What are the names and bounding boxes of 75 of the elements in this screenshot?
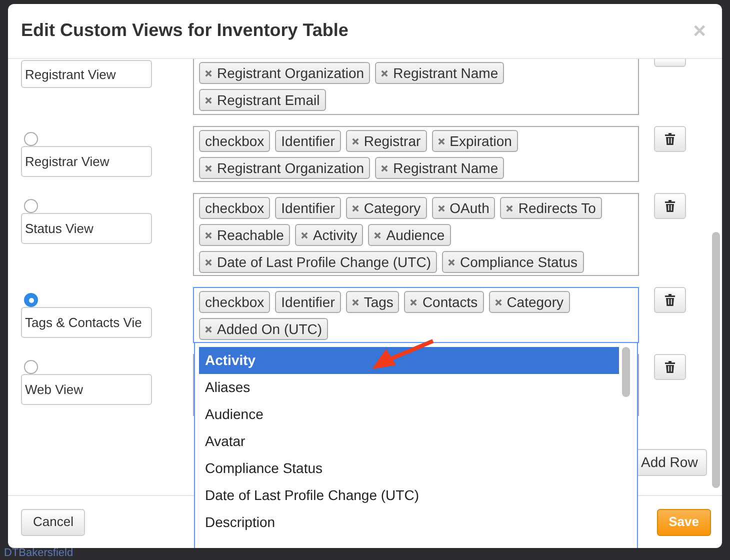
column-tag: Registrant Organization <box>199 62 370 84</box>
column-tag: Audience <box>368 224 451 246</box>
column-tag: Activity <box>294 224 364 246</box>
delete-button[interactable] <box>654 126 686 152</box>
tag-field[interactable]: checkbox Identifier Registrar Expiration Registrant Organization Registrant Name <box>193 126 639 182</box>
dialog-title: Edit Custom Views for Inventory Table <box>21 20 348 42</box>
remove-icon[interactable] <box>448 258 455 266</box>
radio-button[interactable] <box>24 360 38 374</box>
dropdown-option[interactable]: Activity <box>199 347 619 374</box>
column-tag: checkbox <box>199 197 270 219</box>
dropdown-option[interactable]: Compliance Status <box>199 455 619 482</box>
view-name-field[interactable]: Registrar View <box>21 146 152 177</box>
column-tag: Contacts <box>404 291 484 313</box>
remove-icon[interactable] <box>205 326 212 332</box>
radio-button[interactable] <box>24 199 38 213</box>
column-tag: Reachable <box>199 224 290 246</box>
tag-field[interactable]: Registrant Organization Registrant Name Registrant Email <box>193 59 639 115</box>
delete-button[interactable] <box>654 354 686 380</box>
remove-icon[interactable] <box>494 298 502 306</box>
column-tag: OAuth <box>432 197 496 219</box>
column-tag: Registrar <box>346 130 427 152</box>
remove-icon[interactable] <box>300 232 308 238</box>
radio-button[interactable] <box>24 293 38 307</box>
remove-icon[interactable] <box>381 70 388 76</box>
column-tag: Date of Last Profile Change (UTC) <box>199 251 437 273</box>
remove-icon[interactable] <box>410 298 418 306</box>
delete-button[interactable] <box>654 287 686 313</box>
trash-icon <box>665 133 675 145</box>
tag-field[interactable]: checkbox Identifier Tags Contacts Category Added On (UTC) <box>193 287 639 343</box>
view-name-field[interactable]: Status View <box>21 213 152 244</box>
view-name-field[interactable]: Registrant View <box>21 60 152 88</box>
remove-icon[interactable] <box>205 96 212 104</box>
remove-icon[interactable] <box>352 138 359 144</box>
remove-icon[interactable] <box>352 298 359 306</box>
trash-icon <box>665 361 675 373</box>
dropdown-option[interactable]: Audience <box>199 401 619 428</box>
column-tag: Identifier <box>275 197 341 219</box>
remove-icon[interactable] <box>506 204 514 212</box>
remove-icon[interactable] <box>205 258 212 266</box>
trash-icon <box>665 294 675 306</box>
column-tag: Redirects To <box>500 197 602 219</box>
view-name-field[interactable]: Web View <box>21 374 152 405</box>
remove-icon[interactable] <box>205 232 212 238</box>
column-tag: Category <box>346 197 427 219</box>
dropdown-option[interactable]: Avatar <box>199 428 619 455</box>
column-tag: Registrant Name <box>375 62 504 84</box>
remove-icon[interactable] <box>438 204 445 212</box>
column-tag: checkbox <box>199 291 270 313</box>
column-tag: Category <box>488 291 570 313</box>
remove-icon[interactable] <box>352 204 359 212</box>
column-tag: checkbox <box>199 130 270 152</box>
column-tag: Tags <box>346 291 400 313</box>
column-tag: Registrant Name <box>375 157 504 179</box>
column-tag: Compliance Status <box>442 251 584 273</box>
cancel-button[interactable]: Cancel <box>21 508 86 536</box>
remove-icon[interactable] <box>205 70 212 76</box>
column-tag: Identifier <box>275 130 341 152</box>
column-tag: Expiration <box>432 130 518 152</box>
delete-button[interactable] <box>654 193 686 219</box>
dropdown-option[interactable]: Date of Last Profile Change (UTC) <box>199 482 619 509</box>
tag-field[interactable]: checkbox Identifier Category OAuth Redirects To Reachable Activity Audience Date of Last Profile Change (UTC) Compliance Status <box>193 193 639 276</box>
view-name-field[interactable]: Tags & Contacts Vie <box>21 307 152 338</box>
remove-icon[interactable] <box>381 164 388 172</box>
trash-icon <box>665 200 675 212</box>
remove-icon[interactable] <box>374 232 382 238</box>
dropdown-option[interactable]: Description <box>199 509 619 536</box>
column-tag: Identifier <box>275 291 341 313</box>
background-text: DTBakersfield <box>4 548 74 559</box>
remove-icon[interactable] <box>205 164 212 172</box>
remove-icon[interactable] <box>438 138 445 144</box>
dropdown-option[interactable]: Aliases <box>199 374 619 401</box>
column-tag: Registrant Email <box>199 89 326 111</box>
radio-button[interactable] <box>24 132 38 146</box>
column-tag: Added On (UTC) <box>199 318 328 340</box>
column-tag: Registrant Organization <box>199 157 370 179</box>
